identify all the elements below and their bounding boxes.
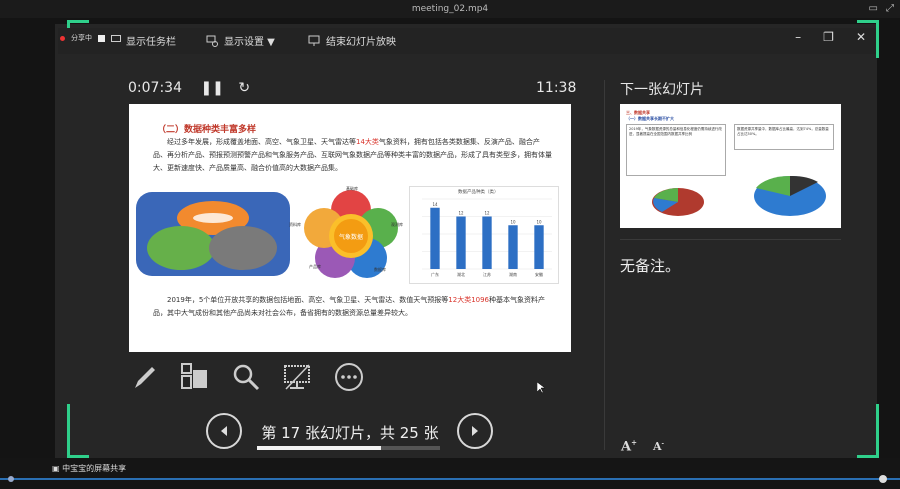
arrow-left-icon [221, 426, 227, 436]
seek-bar[interactable] [0, 478, 900, 480]
flower-label-4: 产品库 [309, 264, 321, 269]
increase-font-button[interactable]: A+ [621, 438, 637, 454]
slide-counter: 第 17 张幻灯片，共 25 张 [261, 424, 439, 442]
next-slide-title: 下一张幻灯片 [620, 82, 704, 98]
end-slideshow-label: 结束幻灯片放映 [326, 37, 396, 48]
bar-plot: 14 广东 12 湖北 12 江苏 10 湖南 10 安徽 [422, 198, 552, 277]
chart-bar [482, 216, 492, 269]
chart-data-label: 12 [484, 211, 490, 216]
data-overview-diagram [136, 192, 290, 276]
notes-divider [620, 239, 841, 240]
end-slideshow-icon [308, 35, 320, 46]
next-slide-left-box: 2019年，气象数据资源的总量和信息化程度仍需持续进行改进，显著提高在全国范围内… [626, 124, 726, 176]
display-settings-button[interactable]: 显示设置 ▼ [206, 33, 275, 48]
restore-button[interactable]: ❐ [823, 30, 834, 44]
next-slide-pie-left [652, 188, 704, 216]
next-slide-button[interactable] [457, 413, 493, 449]
slide-paragraph-2: 2019年，5个单位开放共享的数据包括地面、高空、气象卫星、天气雷达、数值天气预… [153, 296, 546, 317]
slide-paragraph-1: 经过多年发展，形成覆盖地面、高空、气象卫星、天气雷达等14大类气象资料，拥有包括… [153, 138, 552, 172]
previous-slide-button[interactable] [206, 413, 242, 449]
more-options-icon[interactable] [334, 362, 364, 392]
minimize-icon[interactable]: ▭ [869, 3, 878, 14]
black-screen-icon[interactable] [282, 362, 312, 392]
slide-progress-fill [257, 446, 382, 450]
flower-label-5: 资料库 [289, 222, 301, 227]
chart-category-label: 安徽 [535, 271, 543, 277]
recording-indicator[interactable]: 分享中 [60, 33, 121, 43]
display-settings-icon [206, 35, 218, 47]
zoom-icon[interactable] [231, 362, 261, 392]
slide-progress-bar [257, 446, 440, 450]
speaker-notes: 无备注。 [620, 257, 681, 275]
chart-data-label: 10 [536, 219, 542, 224]
next-slide-subheading: （一）数据共享长期不扩大 [626, 116, 674, 121]
current-slide[interactable]: （二）数据种类丰富多样 经过多年发展，形成覆盖地面、高空、气象卫星、天气雷达等1… [129, 104, 571, 352]
taskbar-label: 显示任务栏 [126, 37, 176, 48]
close-button[interactable]: ✕ [856, 30, 866, 44]
slide-title: （二）数据种类丰富多样 [157, 125, 257, 135]
mouse-cursor-icon [537, 382, 545, 394]
presenter-toolbar: 分享中 显示任务栏 显示设置 ▼ 结束幻灯片放映 – ❐ ✕ [58, 28, 876, 54]
end-slideshow-button[interactable]: 结束幻灯片放映 [308, 33, 396, 48]
flower-center-label: 气象数据 [339, 233, 363, 241]
video-player: meeting_02.mp4 ▭ ⤢ 分享中 显示任务栏 显示设置 ▼ 结束幻灯… [0, 0, 900, 489]
window-title: meeting_02.mp4 [0, 0, 900, 18]
next-slide-pie-right [754, 175, 826, 216]
chart-bar [456, 216, 466, 269]
window-controls: – ❐ ✕ [795, 30, 866, 44]
decrease-font-button[interactable]: A- [653, 440, 664, 453]
chart-bar [534, 225, 544, 269]
next-slide-preview[interactable]: 三、数据共享 （一）数据共享长期不扩大 2019年，气象数据资源的总量和信息化程… [620, 104, 841, 228]
see-all-slides-icon[interactable] [180, 362, 210, 392]
expand-icon[interactable]: ⤢ [886, 3, 894, 14]
flower-label-3: 数据库 [374, 267, 386, 272]
flower-label-2: 观测库 [391, 222, 403, 227]
chart-category-label: 广东 [431, 271, 439, 277]
pause-icon[interactable]: ❚❚ [200, 80, 223, 96]
pen-icon[interactable] [130, 362, 160, 392]
elapsed-timer: 0:07:34 ❚❚ ↻ [128, 80, 251, 96]
arrow-right-icon [472, 426, 478, 436]
minimize-button[interactable]: – [795, 30, 801, 44]
display-settings-label: 显示设置 ▼ [224, 37, 275, 48]
chart-category-label: 湖南 [509, 271, 517, 277]
product-chart: 数据产品种类（类） 14 广东 12 湖北 12 江苏 10 湖南 10 安徽 [409, 186, 559, 284]
show-taskbar-button[interactable]: 显示任务栏 [126, 33, 176, 48]
stop-icon [98, 34, 105, 42]
chart-category-label: 江苏 [483, 271, 491, 277]
chart-data-label: 14 [432, 202, 438, 207]
monitor-icon: ▣ [52, 464, 60, 473]
seek-handle[interactable] [879, 475, 887, 483]
record-icon [60, 35, 65, 41]
chart-bar [508, 225, 518, 269]
video-control-bar [0, 458, 900, 489]
screen-icon [111, 34, 121, 42]
frame-corner-br [857, 404, 879, 458]
clock: 11:38 [536, 80, 577, 96]
next-slide-right-box: 数据资源共享量中，数据库占比最高，达到74%，总量数量占比达50%。 [734, 124, 834, 150]
flower-label-1: 基础库 [346, 186, 358, 191]
chart-bar [430, 207, 440, 269]
seek-start-marker [8, 476, 14, 482]
panel-divider [604, 80, 605, 450]
restart-icon[interactable]: ↻ [238, 80, 250, 96]
chart-category-label: 湖北 [457, 271, 465, 277]
frame-corner-bl [67, 404, 89, 458]
screen-share-label: ▣ 中宝宝的屏幕共享 [52, 464, 127, 473]
chart-data-label: 12 [458, 211, 464, 216]
chart-data-label: 10 [510, 219, 516, 224]
